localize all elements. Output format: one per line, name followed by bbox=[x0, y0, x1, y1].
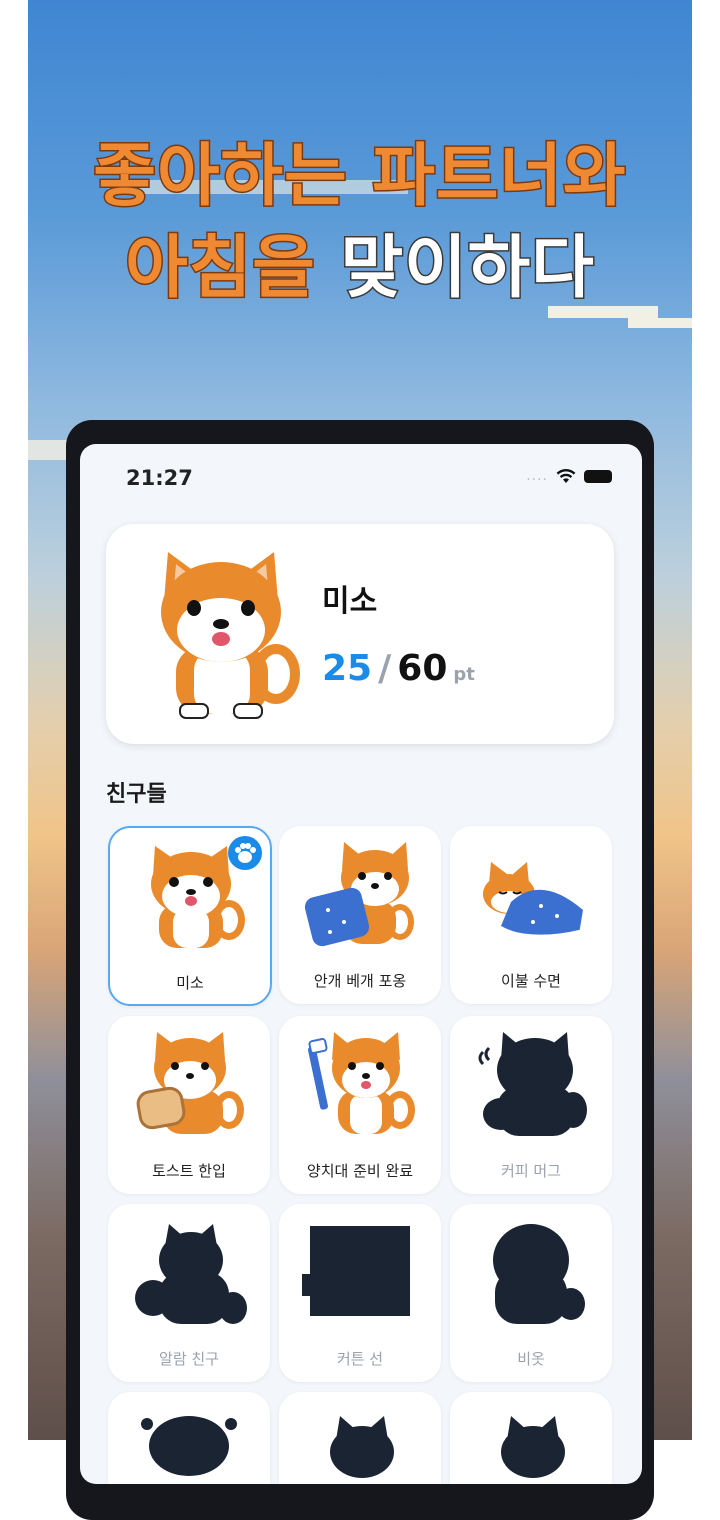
status-time: 21:27 bbox=[126, 466, 193, 490]
shiba-toast-icon bbox=[136, 1032, 244, 1134]
friend-card-locked[interactable] bbox=[108, 1392, 270, 1484]
friends-section-title: 친구들 bbox=[106, 782, 167, 807]
points-current: 25 bbox=[322, 648, 373, 689]
current-partner-card[interactable]: 미소 25/60 pt bbox=[106, 524, 614, 744]
friend-label: 양치대 준비 완료 bbox=[306, 1162, 414, 1180]
friend-label: 안개 베개 포옹 bbox=[313, 972, 407, 990]
locked-silhouette-icon bbox=[330, 1416, 394, 1478]
points-separator: / bbox=[378, 648, 392, 689]
shiba-toothbrush-icon bbox=[307, 1032, 415, 1134]
locked-silhouette-icon bbox=[501, 1416, 565, 1478]
friend-card-pillow-hug[interactable]: 안개 베개 포옹 bbox=[279, 826, 441, 1004]
friend-label: 미소 bbox=[176, 974, 204, 992]
friend-label: 토스트 한입 bbox=[152, 1162, 226, 1180]
points-total: 60 bbox=[397, 648, 448, 689]
friend-card-raincoat[interactable]: 비옷 bbox=[450, 1204, 612, 1382]
points-unit: pt bbox=[453, 664, 475, 685]
locked-silhouette-icon bbox=[493, 1224, 585, 1324]
friend-card-toast-bite[interactable]: 토스트 한입 bbox=[108, 1016, 270, 1194]
friend-card-blanket-sleep[interactable]: 이불 수면 bbox=[450, 826, 612, 1004]
friend-card-locked[interactable] bbox=[450, 1392, 612, 1484]
app-screen: 21:27 .... 미소 25 / 60 pt 친구들 미소 안개 베개 포옹… bbox=[80, 444, 642, 1484]
locked-silhouette-icon bbox=[478, 1032, 587, 1136]
wifi-icon bbox=[556, 469, 576, 483]
friend-card-alarm-friend[interactable]: 알람 친구 bbox=[108, 1204, 270, 1382]
partner-points: 25/60 pt bbox=[322, 648, 475, 689]
shiba-avatar-icon bbox=[161, 552, 300, 719]
friend-label: 커피 머그 bbox=[501, 1162, 561, 1180]
cloud bbox=[628, 318, 692, 328]
headline-line-1: 좋아하는 파트너와 bbox=[92, 136, 627, 218]
headline-white-text: 맞이하다 bbox=[339, 228, 595, 310]
friend-label: 알람 친구 bbox=[159, 1350, 219, 1368]
partner-name: 미소 bbox=[322, 584, 378, 619]
battery-icon bbox=[584, 469, 612, 483]
friend-label: 커튼 선 bbox=[336, 1350, 384, 1368]
friend-card-miso[interactable]: 미소 bbox=[108, 826, 272, 1006]
friend-card-toothbrush[interactable]: 양치대 준비 완료 bbox=[279, 1016, 441, 1194]
friend-label: 이불 수면 bbox=[501, 972, 561, 990]
locked-silhouette-icon bbox=[141, 1416, 237, 1476]
shiba-sleeping-icon bbox=[483, 862, 583, 940]
locked-silhouette-icon bbox=[135, 1224, 247, 1324]
paw-badge-icon bbox=[228, 836, 262, 870]
friends-grid: 미소 안개 베개 포옹 이불 수면 토스트 한입 양치대 준비 완료 커피 머그… bbox=[108, 826, 618, 1484]
status-icons: .... bbox=[526, 468, 612, 484]
friend-card-curtain[interactable]: 커튼 선 bbox=[279, 1204, 441, 1382]
headline-line-2: 아침을 맞이하다 bbox=[28, 212, 692, 311]
signal-dots: .... bbox=[526, 468, 548, 484]
friend-label: 비옷 bbox=[517, 1350, 545, 1368]
shiba-pillow-icon bbox=[304, 842, 414, 947]
locked-silhouette-icon bbox=[302, 1226, 410, 1316]
friend-card-coffee-mug[interactable]: 커피 머그 bbox=[450, 1016, 612, 1194]
friend-card-locked[interactable] bbox=[279, 1392, 441, 1484]
headline-orange-text: 아침을 bbox=[124, 228, 317, 310]
